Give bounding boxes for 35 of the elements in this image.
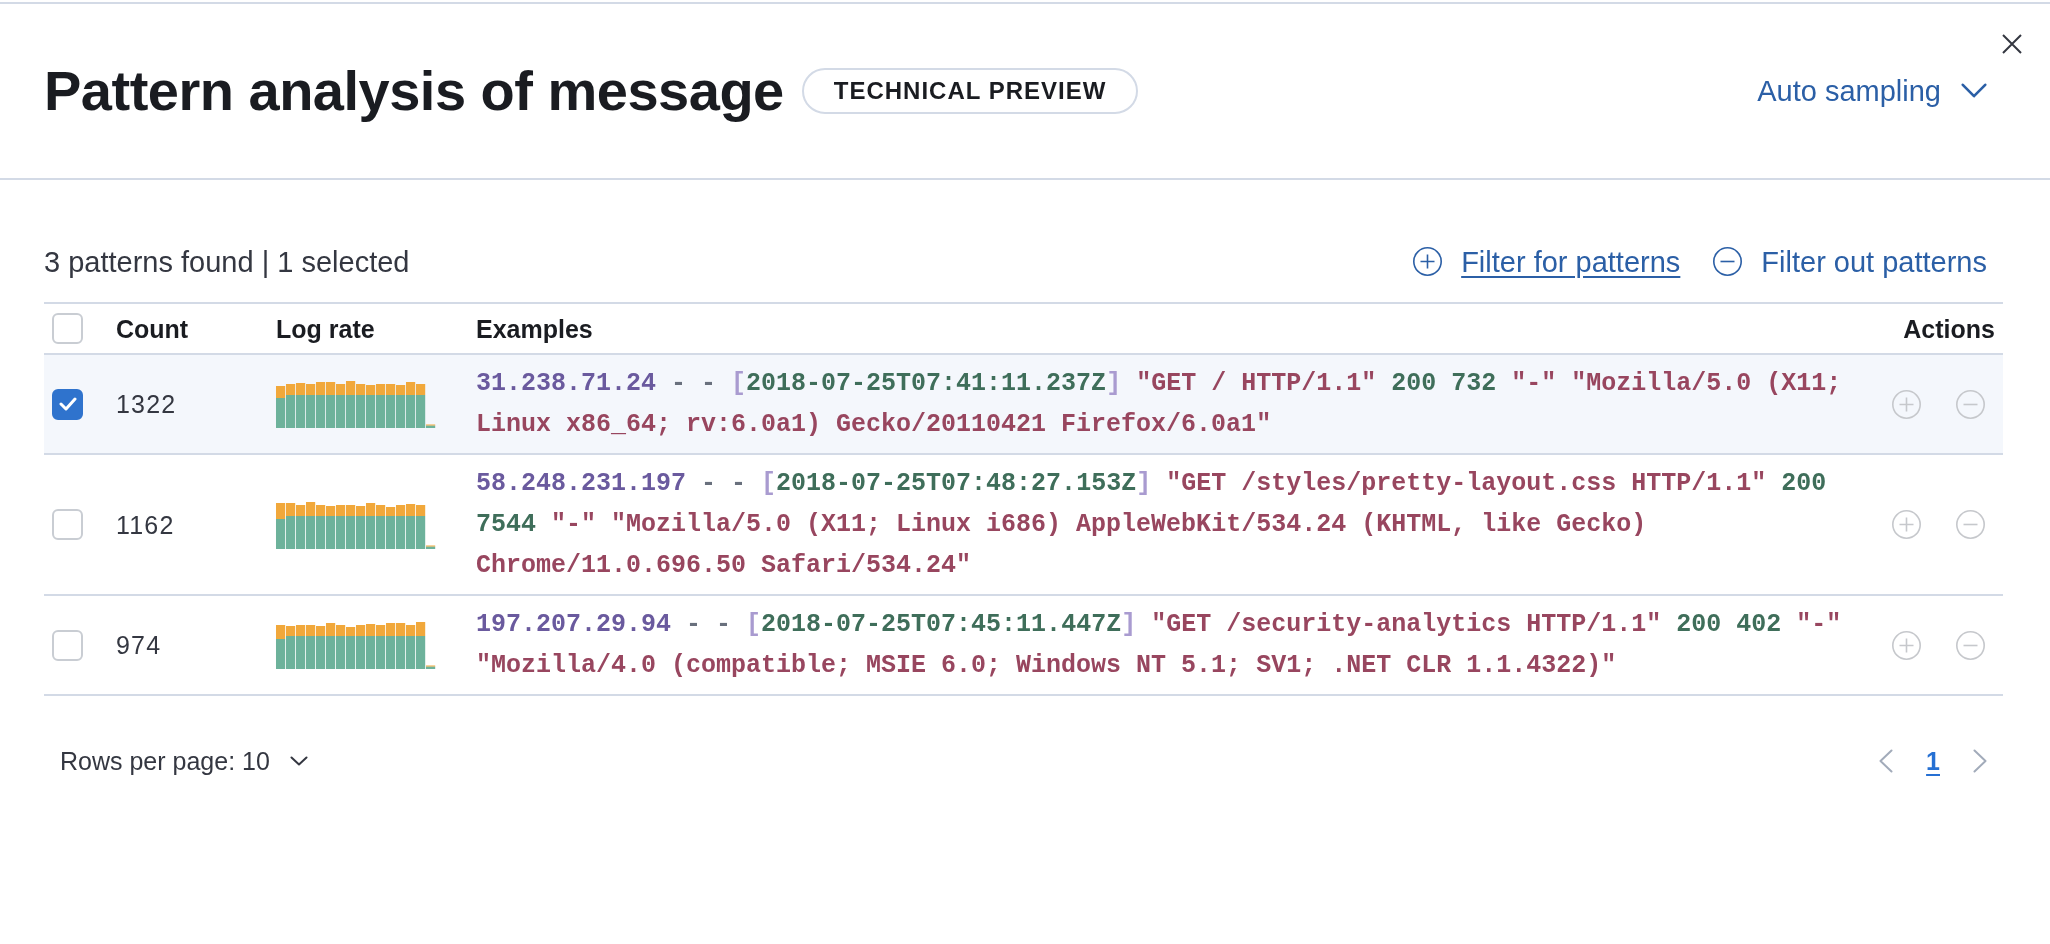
minus-circle-icon <box>1956 510 1985 539</box>
log-message: 31.238.71.24 - - [2018-07-25T07:41:11.237Z] "GET / HTTP/1.1" 200 732 "-" "Mozilla/5.0 (X11; Linux x86_64; rv:6.0a1) Gecko/20110421 Firefox/6.0a1" <box>476 368 1843 441</box>
close-icon <box>2002 34 2022 54</box>
chevron-down-icon <box>1961 83 1987 99</box>
check-icon <box>58 397 77 411</box>
chevron-right-icon <box>1973 749 1987 773</box>
column-header: Examples <box>476 313 594 344</box>
minus-circle-icon <box>1956 630 1985 660</box>
filter-out-link[interactable]: Filter out patterns <box>1713 244 1987 280</box>
rows-per-page-button[interactable]: Rows per page: 10 <box>60 746 308 776</box>
plus-circle-icon <box>1892 389 1921 419</box>
minus-circle-icon <box>1956 389 1985 419</box>
column-header: Log rate <box>276 313 376 344</box>
count-value: 1162 <box>116 509 175 540</box>
select-all-checkbox[interactable] <box>52 313 83 344</box>
log-message: 197.207.29.94 - - [2018-07-25T07:45:11.447Z] "GET /security-analytics HTTP/1.1" 200 402 "-" "Mozilla/4.0 (compatible; MSIE 6.0; Windows NT 5.1; SV1; .NET CLR 1.1.4322)" <box>476 609 1843 682</box>
pattern-count-summary: 3 patterns found | 1 selected <box>44 244 410 280</box>
plus-circle-icon <box>1413 247 1443 277</box>
log-message: 58.248.231.197 - - [2018-07-25T07:48:27.153Z] "GET /styles/pretty-layout.css HTTP/1.1" 200 7544 "-" "Mozilla/5.0 (X11; Linux i686) AppleWebKit/534.24 (KHTML, like Gecko) Chrome/11.0.696.50 Safari/534.24" <box>476 468 1828 582</box>
row-checkbox[interactable] <box>52 388 83 420</box>
filter-for-link[interactable]: Filter for patterns <box>1413 244 1681 280</box>
chevron-left-icon <box>1879 749 1894 773</box>
column-header: Count <box>116 313 190 344</box>
chevron-down-icon <box>289 756 308 766</box>
column-header: Actions <box>1903 313 1996 344</box>
count-value: 974 <box>116 630 162 660</box>
plus-circle-icon <box>1892 510 1921 539</box>
flyout-title: Pattern analysis of message <box>44 58 784 125</box>
technical-preview-badge: TECHNICAL PREVIEW <box>801 68 1139 114</box>
page-link[interactable]: 1 <box>1926 746 1940 776</box>
minus-circle-icon <box>1713 247 1743 277</box>
sampling-dropdown[interactable]: Auto sampling <box>1757 73 1987 109</box>
count-value: 1322 <box>116 389 177 419</box>
close-button[interactable] <box>2002 34 2022 54</box>
plus-circle-icon <box>1892 630 1921 660</box>
